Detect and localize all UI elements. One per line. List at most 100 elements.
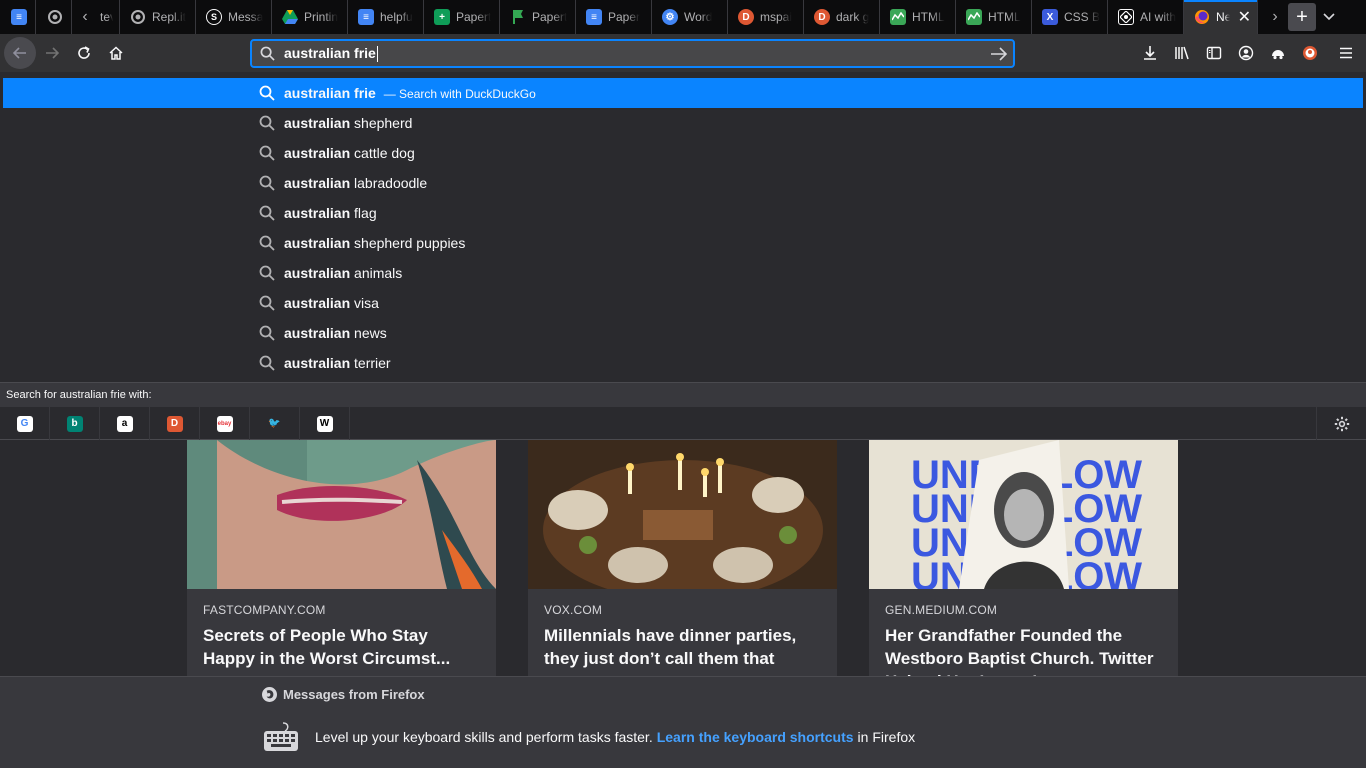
search-icon — [259, 265, 275, 281]
tab-dark-g[interactable]: D dark g — [804, 0, 880, 34]
suggestion-text: australian frie — Search with DuckDuckGo — [284, 85, 536, 101]
tab-google-drive[interactable]: Printin — [272, 0, 348, 34]
tab-messages[interactable]: S Messa — [196, 0, 272, 34]
google-drive-icon — [282, 9, 298, 25]
duckduckgo-extension-button[interactable] — [1294, 37, 1326, 69]
tab-ai[interactable]: AI with — [1108, 0, 1184, 34]
one-off-search-engines: Gb a Debay 🐦 W — [0, 406, 1366, 440]
scroll-tabs-right-button[interactable]: › — [1262, 0, 1288, 34]
tab-label: mspai — [760, 10, 793, 24]
suggestion-rest: news — [350, 325, 387, 341]
suggestion-match: australian — [284, 115, 351, 131]
reload-button[interactable] — [68, 37, 100, 69]
reload-icon — [78, 46, 90, 59]
tab-partial[interactable]: tev — [98, 0, 120, 34]
story-title: Millennials have dinner parties, they ju… — [544, 626, 797, 668]
url-input[interactable]: australian frie — [284, 45, 378, 63]
engine-button[interactable]: b — [50, 407, 100, 440]
tab-html-2[interactable]: HTML — [956, 0, 1032, 34]
suggestion-row[interactable]: australian shepherd puppies — [3, 228, 1363, 258]
engine-button[interactable]: 🐦 — [250, 407, 300, 440]
firefox-logo-icon — [262, 687, 277, 702]
engine-button[interactable]: G — [0, 407, 50, 440]
url-bar[interactable]: australian frie — [250, 39, 1015, 68]
suggestion-row[interactable]: australian cattle dog — [3, 138, 1363, 168]
menu-button[interactable] — [1326, 37, 1366, 69]
suggestion-row[interactable]: australian labradoodle — [3, 168, 1363, 198]
suggestion-row[interactable]: australian terrier — [3, 348, 1363, 378]
google-docs-icon: ≡ — [11, 9, 27, 25]
story-source: GEN.MEDIUM.COM — [885, 603, 998, 617]
suggestion-row[interactable]: australian visa — [3, 288, 1363, 318]
tab-paper-sheets[interactable]: + Papert — [424, 0, 500, 34]
search-icon — [259, 235, 275, 251]
keyboard-shortcuts-link[interactable]: Learn the keyboard shortcuts — [657, 729, 854, 745]
tab-new-tab-active[interactable]: Ne ✕ — [1184, 0, 1258, 34]
trend-icon — [890, 9, 906, 25]
go-button[interactable] — [989, 44, 1009, 64]
text-caret — [376, 46, 378, 63]
account-button[interactable] — [1230, 37, 1262, 69]
list-all-tabs-button[interactable] — [1316, 0, 1342, 34]
tab-label: Paper — [608, 10, 641, 24]
search-icon — [259, 205, 275, 221]
extension-button[interactable] — [1262, 37, 1294, 69]
suggestion-rest: visa — [350, 295, 379, 311]
tab-label: Repl.it — [152, 10, 187, 24]
tab-strip: ≡ ‹ tev Repl.it S Messa Printin ≡ helpfu… — [0, 0, 1366, 34]
suggestion-row[interactable]: australian flag — [3, 198, 1363, 228]
tab-label: Papert — [532, 10, 568, 24]
suggestion-row[interactable]: australian animals — [3, 258, 1363, 288]
suggestion-row[interactable]: australian frie — Search with DuckDuckGo — [3, 78, 1363, 108]
tab-mspaint[interactable]: D mspai — [728, 0, 804, 34]
tab-label: Printin — [304, 10, 339, 24]
engine-button[interactable]: D — [150, 407, 200, 440]
forward-button[interactable] — [36, 37, 68, 69]
tab-replit[interactable] — [36, 0, 72, 34]
suggestion-row[interactable]: australian news — [3, 318, 1363, 348]
engine-button[interactable]: W — [300, 407, 350, 440]
engine-button[interactable]: ebay — [200, 407, 250, 440]
story-card[interactable]: FASTCOMPANY.COM Secrets of People Who St… — [187, 440, 496, 676]
suggestion-text: australian news — [284, 325, 387, 341]
replit-icon — [47, 9, 63, 25]
one-off-search-header: Search for australian frie with: — [0, 382, 1366, 406]
home-button[interactable] — [100, 37, 132, 69]
library-icon — [1175, 46, 1189, 60]
twitter-engine-icon: 🐦 — [268, 418, 281, 429]
new-tab-button[interactable]: + — [1288, 3, 1316, 31]
story-card[interactable]: VOX.COM Millennials have dinner parties,… — [528, 440, 837, 676]
firefox-messages-panel: Messages from Firefox Level up your keyb… — [0, 676, 1366, 768]
sidebar-icon — [1206, 46, 1222, 60]
back-button[interactable] — [4, 37, 36, 69]
downloads-button[interactable] — [1134, 37, 1166, 69]
search-settings-button[interactable] — [1316, 407, 1366, 440]
close-tab-icon[interactable]: ✕ — [1238, 7, 1251, 27]
back-arrow-icon — [12, 47, 26, 59]
tab-paper-flag[interactable]: Papert — [500, 0, 576, 34]
tab-html-1[interactable]: HTML — [880, 0, 956, 34]
library-button[interactable] — [1166, 37, 1198, 69]
story-title: Her Grandfather Founded the Westboro Bap… — [885, 626, 1154, 676]
google-docs-icon: ≡ — [358, 9, 374, 25]
duckduckgo-icon — [1303, 46, 1317, 60]
scroll-tabs-left-button[interactable]: ‹ — [72, 0, 98, 34]
tab-helpful[interactable]: ≡ helpfu — [348, 0, 424, 34]
engine-button[interactable]: a — [100, 407, 150, 440]
tab-css[interactable]: X CSS B — [1032, 0, 1108, 34]
suggestion-match: australian — [284, 265, 351, 281]
tab-word[interactable]: ⚙ Word — [652, 0, 728, 34]
ebay-engine-icon: ebay — [216, 415, 233, 432]
suggestion-row[interactable]: australian shepherd — [3, 108, 1363, 138]
sidebar-button[interactable] — [1198, 37, 1230, 69]
tab-paper-docs[interactable]: ≡ Paper — [576, 0, 652, 34]
story-card[interactable]: UNFOLLOW UNFOLLOW UNFOLLOW UNFOLLOW GEN.… — [869, 440, 1178, 676]
wikipedia-engine-icon: W — [316, 415, 333, 432]
message-text-end: in Firefox — [857, 729, 916, 745]
tab-replit-2[interactable]: Repl.it — [120, 0, 196, 34]
flag-icon — [510, 9, 526, 25]
tab-label: Ne — [1216, 10, 1230, 24]
tab-google-docs[interactable]: ≡ — [0, 0, 36, 34]
google-docs-icon: ≡ — [586, 9, 602, 25]
gear-icon — [1334, 416, 1349, 431]
